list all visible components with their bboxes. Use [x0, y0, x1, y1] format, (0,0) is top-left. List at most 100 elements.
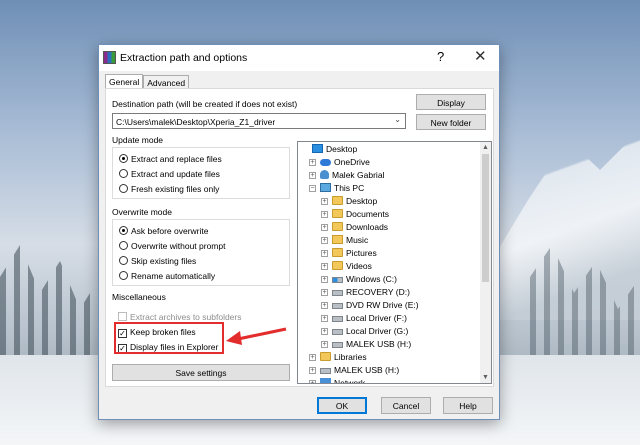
- expand-icon[interactable]: +: [309, 380, 316, 383]
- expand-icon[interactable]: +: [321, 276, 328, 283]
- tree-item[interactable]: + Network: [309, 378, 365, 383]
- radio-button[interactable]: [119, 226, 128, 235]
- close-icon[interactable]: ✕: [474, 47, 487, 65]
- annotation-arrow-icon: [226, 327, 287, 345]
- radio-label: Fresh existing files only: [131, 184, 220, 194]
- cloud-icon: [320, 159, 331, 166]
- radio-extract-update[interactable]: Extract and update files: [119, 169, 220, 179]
- radio-label: Ask before overwrite: [131, 226, 209, 236]
- radio-button[interactable]: [119, 154, 128, 163]
- destination-label: Destination path (will be created if doe…: [112, 99, 298, 109]
- expand-icon[interactable]: +: [321, 198, 328, 205]
- tree-item[interactable]: + DVD RW Drive (E:): [321, 300, 419, 312]
- save-settings-button[interactable]: Save settings: [112, 364, 290, 381]
- expand-icon[interactable]: +: [309, 159, 316, 166]
- expand-icon[interactable]: +: [321, 211, 328, 218]
- scroll-up-icon[interactable]: ▲: [480, 142, 491, 153]
- update-mode-group: Update mode Extract and replace files Ex…: [112, 135, 290, 199]
- folder-icon: [332, 222, 343, 231]
- expand-icon[interactable]: −: [309, 185, 316, 192]
- tree-item[interactable]: + OneDrive: [309, 157, 370, 169]
- tree-item[interactable]: Desktop: [312, 144, 357, 156]
- tree-item[interactable]: + Libraries: [309, 352, 367, 364]
- tree-item[interactable]: + MALEK USB (H:): [309, 365, 399, 377]
- radio-overwrite-without-prompt[interactable]: Overwrite without prompt: [119, 241, 225, 251]
- radio-button[interactable]: [119, 256, 128, 265]
- tree-item-label: Pictures: [346, 248, 377, 258]
- tab-strip: General Advanced: [105, 74, 190, 90]
- radio-fresh-existing[interactable]: Fresh existing files only: [119, 184, 219, 194]
- radio-button[interactable]: [119, 241, 128, 250]
- tree-item[interactable]: + Malek Gabrial: [309, 170, 385, 182]
- expand-icon[interactable]: +: [321, 263, 328, 270]
- cancel-button[interactable]: Cancel: [381, 397, 431, 414]
- overwrite-mode-group: Overwrite mode Ask before overwrite Over…: [112, 207, 290, 286]
- radio-skip-existing[interactable]: Skip existing files: [119, 256, 196, 266]
- radio-button[interactable]: [119, 184, 128, 193]
- tree-item[interactable]: + Downloads: [321, 222, 388, 234]
- usb-icon: [332, 342, 343, 348]
- tree-item-label: Videos: [346, 261, 372, 271]
- radio-rename-automatically[interactable]: Rename automatically: [119, 271, 215, 281]
- tree-item-label: Windows (C:): [346, 274, 398, 284]
- music-icon: [332, 235, 343, 244]
- checkbox[interactable]: [118, 312, 127, 321]
- display-button[interactable]: Display: [416, 94, 486, 110]
- tree-item-label: Malek Gabrial: [332, 170, 385, 180]
- destination-path-value: C:\Users\malek\Desktop\Xperia_Z1_driver: [116, 117, 276, 127]
- tree-item[interactable]: + Documents: [321, 209, 389, 221]
- radio-ask-before[interactable]: Ask before overwrite: [119, 226, 208, 236]
- expand-icon[interactable]: +: [309, 172, 316, 179]
- user-icon: [320, 170, 329, 179]
- title-bar[interactable]: Extraction path and options ? ✕: [99, 45, 499, 71]
- destination-path-combo[interactable]: C:\Users\malek\Desktop\Xperia_Z1_driver …: [112, 113, 406, 129]
- drive-icon: [332, 329, 343, 335]
- radio-button[interactable]: [119, 169, 128, 178]
- winrar-icon: [103, 51, 116, 64]
- expand-icon[interactable]: +: [321, 224, 328, 231]
- radio-extract-replace[interactable]: Extract and replace files: [119, 154, 222, 164]
- expand-icon[interactable]: +: [309, 354, 316, 361]
- tree-item[interactable]: + Local Driver (F:): [321, 313, 407, 325]
- desktop-icon: [312, 144, 323, 153]
- radio-label: Skip existing files: [131, 256, 197, 266]
- tree-item[interactable]: + Videos: [321, 261, 372, 273]
- expand-icon[interactable]: +: [321, 302, 328, 309]
- expand-icon[interactable]: +: [309, 367, 316, 374]
- folder-tree[interactable]: Desktop + OneDrive + Malek Gabrial − This PC + D…: [297, 141, 492, 384]
- tree-scrollbar[interactable]: ▲ ▼: [480, 142, 491, 383]
- tree-item[interactable]: + RECOVERY (D:): [321, 287, 410, 299]
- tree-item[interactable]: + Windows (C:): [321, 274, 398, 286]
- tree-item[interactable]: + Pictures: [321, 248, 377, 260]
- checkbox-extract-subfolders[interactable]: Extract archives to subfolders: [118, 312, 242, 322]
- help-button[interactable]: Help: [443, 397, 493, 414]
- ok-button[interactable]: OK: [317, 397, 367, 414]
- scroll-down-icon[interactable]: ▼: [480, 372, 491, 383]
- radio-button[interactable]: [119, 271, 128, 280]
- scroll-thumb[interactable]: [482, 154, 489, 282]
- folder-icon: [332, 248, 343, 257]
- tree-item[interactable]: + Desktop: [321, 196, 378, 208]
- tree-item-label: DVD RW Drive (E:): [346, 300, 419, 310]
- expand-icon[interactable]: +: [321, 289, 328, 296]
- tree-item-label: RECOVERY (D:): [346, 287, 410, 297]
- tree-item[interactable]: + MALEK USB (H:): [321, 339, 411, 351]
- tree-item-label: Local Driver (G:): [346, 326, 409, 336]
- drive-icon: [332, 290, 343, 296]
- tree-item[interactable]: − This PC: [309, 183, 365, 195]
- new-folder-button[interactable]: New folder: [416, 114, 486, 130]
- tree-item-label: This PC: [334, 183, 365, 193]
- expand-icon[interactable]: +: [321, 341, 328, 348]
- network-icon: [320, 378, 331, 383]
- tree-item[interactable]: + Local Driver (G:): [321, 326, 409, 338]
- tree-item-label: Desktop: [346, 196, 378, 206]
- radio-label: Rename automatically: [131, 271, 216, 281]
- expand-icon[interactable]: +: [321, 328, 328, 335]
- help-icon[interactable]: ?: [437, 49, 444, 64]
- expand-icon[interactable]: +: [321, 250, 328, 257]
- expand-icon[interactable]: +: [321, 315, 328, 322]
- tree-item[interactable]: + Music: [321, 235, 368, 247]
- dialog-title: Extraction path and options: [120, 52, 248, 64]
- expand-icon[interactable]: +: [321, 237, 328, 244]
- chevron-down-icon[interactable]: ⌄: [394, 115, 401, 124]
